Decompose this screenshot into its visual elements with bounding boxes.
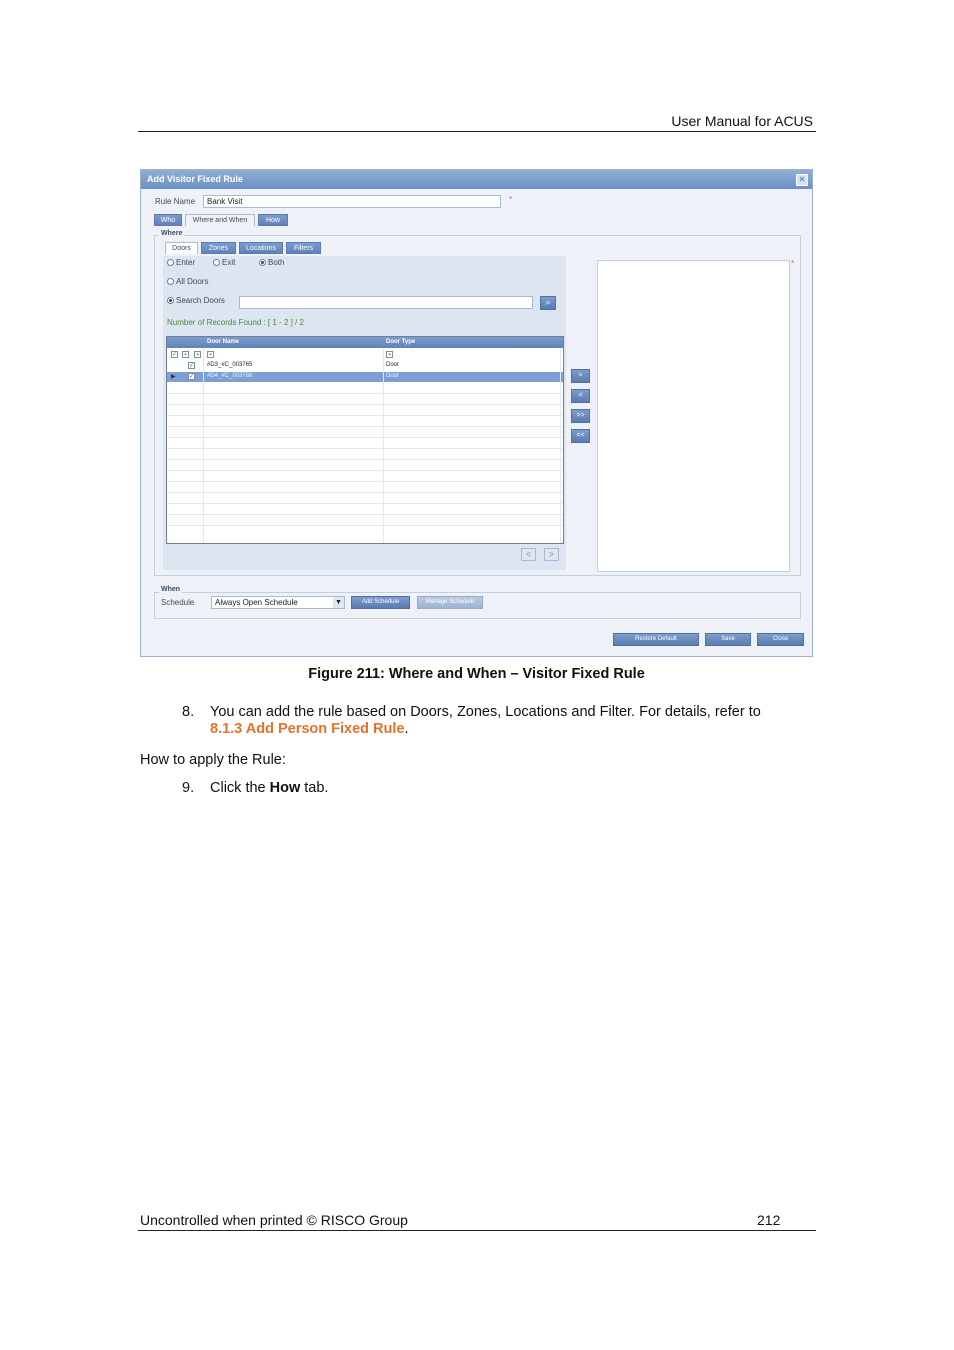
row-checkbox[interactable]: ✓: [188, 362, 195, 369]
step-8-link[interactable]: 8.1.3 Add Person Fixed Rule: [210, 721, 404, 737]
row-door-name: #D4_#C_003766: [207, 373, 253, 379]
rule-name-input[interactable]: Bank Visit: [203, 195, 501, 208]
step-9-bold: How: [269, 780, 301, 796]
step-8-text: You can add the rule based on Doors, Zon…: [210, 704, 816, 738]
radio-both[interactable]: [259, 259, 266, 266]
table-row[interactable]: ✓ #D3_#C_003765 Door: [167, 361, 563, 371]
schedule-label: Schedule: [161, 598, 195, 607]
subtab-filters[interactable]: Filters: [286, 242, 321, 254]
footer-left: Uncontrolled when printed © RISCO Group: [140, 1212, 408, 1228]
required-mark: *: [509, 195, 513, 204]
radio-enter-label: Enter: [176, 258, 196, 267]
tab-how[interactable]: How: [258, 214, 288, 226]
where-legend: Where: [159, 230, 185, 237]
footer-rule: [138, 1230, 816, 1231]
close-button[interactable]: Close: [757, 633, 804, 646]
selected-doors-list[interactable]: [597, 260, 790, 572]
subtab-doors[interactable]: Doors: [165, 242, 198, 254]
dialog-title: Add Visitor Fixed Rule: [147, 174, 243, 184]
radio-search-doors[interactable]: [167, 297, 174, 304]
step-9-post: tab.: [300, 780, 329, 796]
pager-next-button[interactable]: >: [544, 548, 559, 561]
figure-caption: Figure 211: Where and When – Visitor Fix…: [308, 666, 645, 682]
step-8-end: .: [404, 721, 409, 737]
filter-name[interactable]: ▪: [207, 351, 214, 358]
radio-both-label: Both: [268, 258, 285, 267]
move-all-right-button[interactable]: >>: [571, 409, 590, 423]
how-to-heading: How to apply the Rule:: [140, 752, 286, 768]
doors-grid: Door Name Door Type ✓ ▪ ▪ ▪ ▪ ✓ #D3_#C_0…: [166, 336, 564, 544]
dialog-titlebar: Add Visitor Fixed Rule ✕: [141, 170, 812, 189]
add-schedule-button[interactable]: Add Schedule: [351, 596, 410, 609]
row-pointer-icon: ▶: [171, 374, 176, 380]
schedule-select[interactable]: Always Open Schedule ▼: [211, 596, 345, 609]
all-doors-label: All Doors: [176, 277, 209, 286]
step-8-number: 8.: [182, 704, 195, 720]
when-legend: When: [159, 586, 183, 593]
radio-exit-label: Exit: [222, 258, 236, 267]
radio-exit[interactable]: [213, 259, 220, 266]
grid-header: Door Name Door Type: [167, 337, 563, 348]
rule-name-label: Rule Name: [155, 197, 196, 206]
radio-enter[interactable]: [167, 259, 174, 266]
required-mark: *: [791, 259, 795, 268]
step-9-text: Click the How tab.: [210, 780, 328, 797]
move-left-button[interactable]: <: [571, 389, 590, 403]
row-checkbox[interactable]: ✓: [188, 373, 195, 380]
tab-who[interactable]: Who: [154, 214, 182, 226]
schedule-value: Always Open Schedule: [215, 598, 298, 607]
filter-checkbox[interactable]: ▪: [182, 351, 189, 358]
pager-prev-button[interactable]: <: [521, 548, 536, 561]
subtab-zones[interactable]: Zones: [201, 242, 236, 254]
save-button[interactable]: Save: [705, 633, 751, 646]
row-door-name: #D3_#C_003765: [207, 362, 253, 368]
tab-where-and-when[interactable]: Where and When: [185, 214, 255, 226]
restore-default-button[interactable]: Restore Default: [613, 633, 699, 646]
col-door-name: Door Name: [207, 339, 240, 345]
step-8-body: You can add the rule based on Doors, Zon…: [210, 704, 761, 720]
row-door-type: Door: [386, 373, 400, 379]
header-title: User Manual for ACUS: [671, 113, 813, 129]
close-icon[interactable]: ✕: [796, 174, 808, 186]
search-doors-input[interactable]: [239, 296, 533, 309]
table-row[interactable]: ▶ ✓ #D4_#C_003766 Door: [167, 372, 563, 382]
search-button[interactable]: ⌕: [540, 296, 556, 310]
step-9-pre: Click the: [210, 780, 270, 796]
col-door-type: Door Type: [386, 339, 416, 345]
search-icon: ⌕: [545, 297, 551, 307]
select-all-checkbox[interactable]: ✓: [171, 351, 178, 358]
records-found: Number of Records Found : [ 1 - 2 ] / 2: [167, 318, 304, 327]
dialog-screenshot: Add Visitor Fixed Rule ✕ Rule Name Bank …: [140, 169, 813, 657]
search-doors-label: Search Doors: [176, 296, 225, 305]
step-9-number: 9.: [182, 780, 195, 796]
move-right-button[interactable]: >: [571, 369, 590, 383]
radio-all-doors[interactable]: [167, 278, 174, 285]
move-all-left-button[interactable]: <<: [571, 429, 590, 443]
row-door-type: Door: [386, 362, 400, 368]
page-number: 212: [757, 1212, 781, 1228]
filter-type[interactable]: ▪: [386, 351, 393, 358]
manage-schedule-button[interactable]: Manage Schedule: [417, 596, 483, 609]
filter-checkbox[interactable]: ▪: [194, 351, 201, 358]
chevron-down-icon: ▼: [333, 597, 344, 608]
header-rule: [138, 131, 816, 132]
subtab-locations[interactable]: Locations: [239, 242, 283, 254]
